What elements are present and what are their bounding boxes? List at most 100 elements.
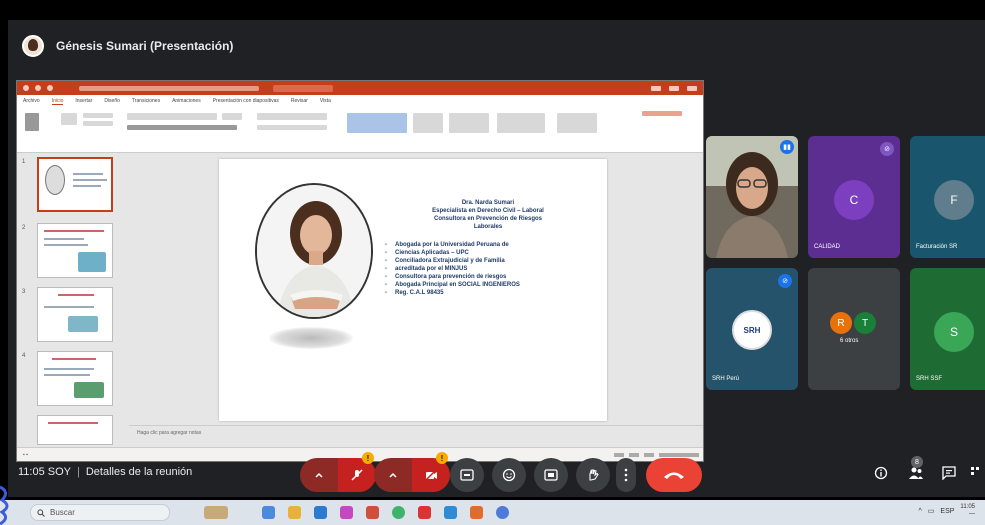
thumbnail-slide-2[interactable] [37, 223, 113, 278]
meeting-info: 11:05 SOY | Detalles de la reunión [18, 466, 192, 478]
shape-fill-buttons[interactable] [497, 113, 545, 133]
ppt-search-box[interactable] [273, 84, 333, 92]
participant-tile-srh-peru[interactable]: ⊘ SRH SRH Perú [706, 268, 798, 390]
share-button[interactable] [642, 111, 682, 116]
menu-transiciones[interactable]: Transiciones [132, 98, 160, 104]
chat-icon [942, 466, 956, 481]
notes-toggle[interactable] [614, 452, 624, 457]
slide-bullet: Consultora para prevención de riesgos [385, 273, 591, 281]
menu-animaciones[interactable]: Animaciones [172, 98, 201, 104]
network-icon[interactable]: ▭ [928, 507, 935, 515]
presenter-name: Génesis Sumari (Presentación) [56, 39, 234, 53]
activities-icon [971, 467, 979, 475]
paste-icon[interactable] [25, 113, 39, 131]
save-icon[interactable] [23, 85, 29, 91]
font-family-select[interactable] [127, 113, 217, 120]
clock[interactable]: 11:05 — [960, 504, 975, 518]
participant-tile-srh-ssf[interactable]: S SRH SSF [910, 268, 985, 390]
powerpoint-icon[interactable] [366, 506, 379, 519]
system-tray: ^ ▭ ESP 11:05 — [918, 504, 975, 518]
window-controls [651, 85, 697, 91]
shapes-gallery[interactable] [347, 113, 407, 133]
participant-tile-others[interactable]: R T 6 otros [808, 268, 900, 390]
menu-inicio[interactable]: Inicio [51, 98, 64, 105]
leave-call-button[interactable] [646, 458, 702, 492]
emoji-button[interactable] [492, 458, 526, 492]
app-icon[interactable] [340, 506, 353, 519]
edge-icon[interactable] [262, 506, 275, 519]
meeting-details-link[interactable]: Detalles de la reunión [86, 466, 192, 478]
widgets-icon[interactable] [204, 506, 228, 519]
menu-insertar[interactable]: Insertar [75, 98, 92, 104]
reset-button[interactable] [83, 121, 113, 126]
file-explorer-icon[interactable] [288, 506, 301, 519]
thumbnail-slide-3[interactable] [37, 287, 113, 342]
menu-vista[interactable]: Vista [320, 98, 331, 104]
tray-chevron-icon[interactable]: ^ [918, 508, 921, 515]
close-icon[interactable] [687, 85, 697, 91]
app-icon[interactable] [470, 506, 483, 519]
camera-options-chevron-icon[interactable] [374, 458, 412, 492]
zoom-slider[interactable] [659, 452, 699, 457]
thumbnail-slide-5[interactable] [37, 415, 113, 445]
sorter-view-icon[interactable] [644, 452, 654, 457]
clock-date: — [969, 511, 975, 517]
thumbnail-slide-4[interactable] [37, 351, 113, 406]
menu-diseno[interactable]: Diseño [104, 98, 120, 104]
editing-buttons[interactable] [557, 113, 597, 133]
minimize-icon[interactable] [651, 85, 661, 91]
thumbnail-slide-1[interactable] [37, 157, 113, 212]
speaker-portrait [255, 183, 373, 319]
notes-pane[interactable]: Haga clic para agregar notas [129, 425, 703, 449]
slide-bullet-continued: acreditada por el MINJUS [385, 265, 591, 273]
meeting-info-button[interactable] [874, 466, 888, 483]
menu-archivo[interactable]: Archivo [23, 98, 40, 104]
participant-tile-calidad[interactable]: ⊘ C CALIDAD [808, 136, 900, 258]
notes-placeholder: Haga clic para agregar notas [137, 430, 202, 436]
more-vert-icon [624, 468, 628, 482]
portrait-shadow [269, 327, 353, 349]
font-format-buttons[interactable] [127, 125, 237, 130]
activities-button[interactable] [970, 466, 980, 483]
presenter-avatar [22, 35, 44, 57]
quick-styles-button[interactable] [449, 113, 489, 133]
people-button[interactable]: 8 [908, 456, 924, 483]
chrome-icon[interactable] [392, 506, 405, 519]
raise-hand-button[interactable] [576, 458, 610, 492]
present-button[interactable] [534, 458, 568, 492]
app-icon[interactable] [418, 506, 431, 519]
warning-badge: ! [436, 452, 448, 464]
chat-button[interactable] [942, 466, 956, 483]
font-size-select[interactable] [222, 113, 242, 120]
captions-button[interactable] [450, 458, 484, 492]
normal-view-icon[interactable] [629, 452, 639, 457]
layout-button[interactable] [83, 113, 113, 118]
present-screen-icon [544, 469, 558, 481]
separator: | [77, 466, 80, 478]
participant-tile-facturacion[interactable]: F Facturación SR [910, 136, 985, 258]
mic-off-icon [351, 469, 363, 481]
slide-bullet: Reg. C.A.L 98435 [385, 289, 591, 297]
participant-tile-video[interactable]: ▮▮ [706, 136, 798, 258]
redo-icon[interactable] [47, 85, 53, 91]
app-icon[interactable] [496, 506, 509, 519]
taskbar-search[interactable]: Buscar [30, 504, 170, 521]
slide-heading-line: Especialista en Derecho Civil – Laboral [432, 208, 544, 214]
more-options-button[interactable] [616, 458, 636, 492]
menu-presentacion[interactable]: Presentación con diapositivas [213, 98, 279, 104]
app-icon[interactable] [444, 506, 457, 519]
slide-bullet-continued: Ciencias Aplicadas – UPC [385, 249, 591, 257]
undo-icon[interactable] [35, 85, 41, 91]
maximize-icon[interactable] [669, 85, 679, 91]
status-slide-info: ▪ ▪ [23, 451, 28, 458]
paragraph-buttons[interactable] [257, 113, 327, 120]
avatar: F [934, 180, 974, 220]
align-buttons[interactable] [257, 125, 327, 130]
mic-options-chevron-icon[interactable] [300, 458, 338, 492]
language-indicator[interactable]: ESP [940, 508, 954, 515]
arrange-button[interactable] [413, 113, 443, 133]
outlook-icon[interactable] [314, 506, 327, 519]
menu-revisar[interactable]: Revisar [291, 98, 308, 104]
new-slide-icon[interactable] [61, 113, 77, 125]
people-icon [909, 467, 923, 479]
